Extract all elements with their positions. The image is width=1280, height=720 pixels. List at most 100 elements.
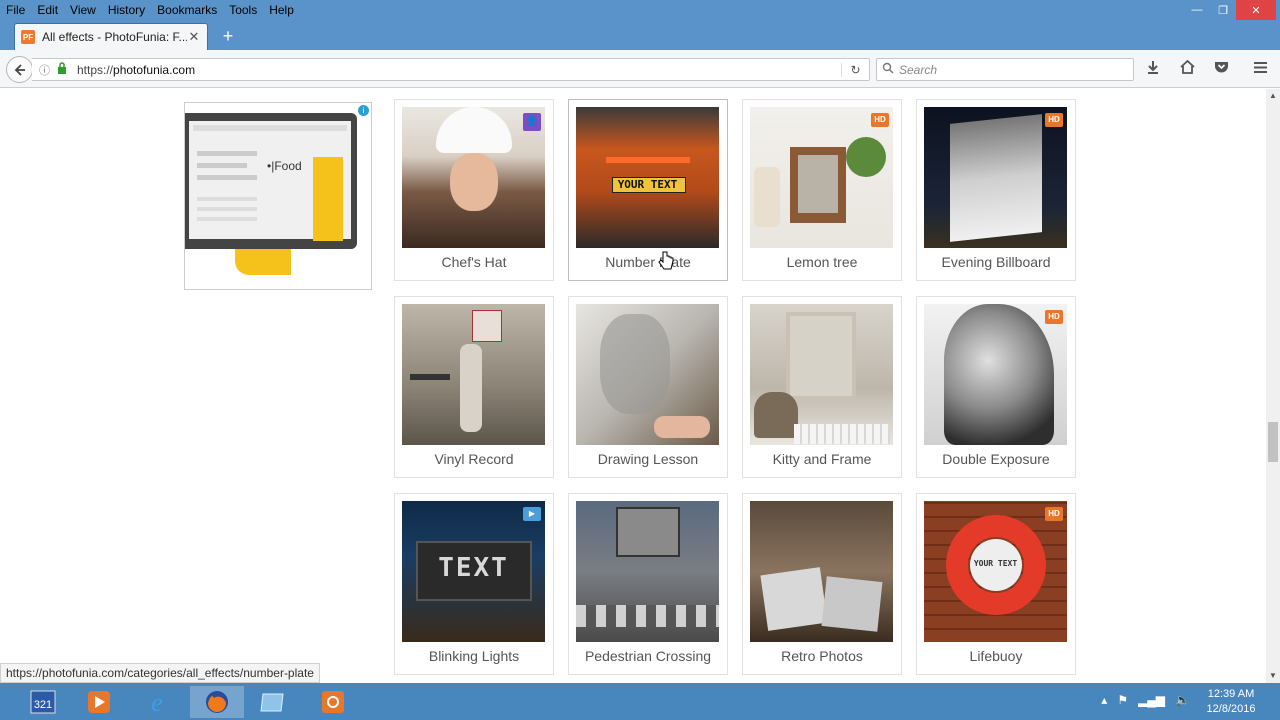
blinking-lights-thumbnail: TEXT ▶: [402, 501, 545, 642]
effect-card-chefs-hat[interactable]: 👤 Chef's Hat: [394, 99, 554, 281]
scroll-thumb[interactable]: [1268, 422, 1278, 462]
effect-card-evening-billboard[interactable]: HD Evening Billboard: [916, 99, 1076, 281]
ad-info-icon[interactable]: i: [358, 105, 369, 116]
effect-card-vinyl-record[interactable]: Vinyl Record: [394, 296, 554, 478]
ad-yellow-panel: [313, 157, 343, 241]
status-link-preview: https://photofunia.com/categories/all_ef…: [0, 663, 320, 683]
menu-tools[interactable]: Tools: [223, 0, 263, 20]
back-button[interactable]: [6, 56, 33, 83]
tab-photofunia[interactable]: PF All effects - PhotoFunia: F... ✕: [14, 23, 208, 50]
vertical-scrollbar[interactable]: ▲ ▼: [1266, 89, 1280, 683]
home-icon[interactable]: [1176, 59, 1198, 81]
svg-text:321: 321: [34, 699, 52, 711]
plate-text: YOUR TEXT: [617, 178, 678, 191]
network-flag-icon[interactable]: ⚑: [1117, 693, 1128, 707]
tab-title: All effects - PhotoFunia: F...: [42, 30, 187, 44]
reload-icon[interactable]: ↻: [841, 62, 869, 77]
menu-bookmarks[interactable]: Bookmarks: [151, 0, 223, 20]
effect-label: Lifebuoy: [969, 648, 1023, 664]
search-placeholder: Search: [899, 62, 938, 77]
url-scheme: https://: [77, 62, 114, 77]
lock-icon: [57, 62, 71, 77]
hd-badge: HD: [1045, 310, 1063, 324]
pedestrian-crossing-thumbnail: [576, 501, 719, 642]
effect-label: Number Plate: [605, 254, 691, 270]
info-icon[interactable]: ⓘ: [39, 62, 57, 78]
pocket-icon[interactable]: [1210, 59, 1232, 81]
file-explorer-icon[interactable]: [246, 686, 300, 718]
hd-badge: HD: [871, 113, 889, 127]
effect-card-double-exposure[interactable]: HD Double Exposure: [916, 296, 1076, 478]
effect-card-number-plate[interactable]: YOUR TEXT Number Plate: [568, 99, 728, 281]
kitty-and-frame-thumbnail: [750, 304, 893, 445]
effect-label: Drawing Lesson: [597, 451, 699, 467]
close-window-button[interactable]: ✕: [1236, 0, 1276, 20]
search-box[interactable]: Search: [876, 58, 1134, 81]
scroll-down-icon[interactable]: ▼: [1266, 669, 1280, 683]
download-icon[interactable]: [1142, 59, 1164, 81]
menu-edit[interactable]: Edit: [31, 0, 64, 20]
lemon-tree-thumbnail: HD: [750, 107, 893, 248]
back-arrow-icon: [14, 63, 25, 76]
system-tray: ▴ ⚑ ▂▄▆ 🔈: [1101, 693, 1190, 707]
chefs-hat-thumbnail: 👤: [402, 107, 545, 248]
effect-card-lifebuoy[interactable]: YOUR TEXT HD Lifebuoy: [916, 493, 1076, 675]
number-plate-thumbnail: YOUR TEXT: [576, 107, 719, 248]
menu-bar: File Edit View History Bookmarks Tools H…: [0, 0, 1280, 20]
screen-recorder-icon[interactable]: [306, 686, 360, 718]
effect-label: Pedestrian Crossing: [584, 648, 712, 664]
url-bar[interactable]: ⓘ https://photofunia.com ↻: [32, 58, 870, 81]
menu-help[interactable]: Help: [263, 0, 300, 20]
tab-strip: PF All effects - PhotoFunia: F... ✕ +: [0, 20, 1280, 50]
volume-icon[interactable]: 🔈: [1175, 693, 1190, 707]
evening-billboard-thumbnail: HD: [924, 107, 1067, 248]
user-badge-icon: 👤: [523, 113, 541, 131]
minimize-button[interactable]: —: [1184, 0, 1210, 20]
effect-card-kitty-and-frame[interactable]: Kitty and Frame: [742, 296, 902, 478]
effect-label: Lemon tree: [786, 254, 858, 270]
menu-file[interactable]: File: [0, 0, 31, 20]
effect-label: Double Exposure: [942, 451, 1050, 467]
ring-text: YOUR TEXT: [973, 559, 1018, 568]
ad-monitor-image: •|Food: [185, 113, 357, 249]
clock-date: 12/8/2016: [1206, 703, 1256, 715]
sign-text: TEXT: [438, 553, 509, 583]
taskbar: 321 e ▴ ⚑ ▂▄▆ 🔈 12:39 AM 12/8/2016: [0, 683, 1280, 720]
advertisement[interactable]: i •|Food: [184, 102, 372, 290]
media-player-classic-icon[interactable]: 321: [16, 686, 70, 718]
scroll-up-icon[interactable]: ▲: [1266, 89, 1280, 103]
effect-label: Chef's Hat: [441, 254, 507, 270]
search-icon: [877, 62, 899, 77]
hamburger-menu-icon[interactable]: [1249, 59, 1271, 81]
effect-card-retro-photos[interactable]: Retro Photos: [742, 493, 902, 675]
lifebuoy-thumbnail: YOUR TEXT HD: [924, 501, 1067, 642]
new-tab-button[interactable]: +: [218, 26, 238, 46]
hd-badge: HD: [1045, 113, 1063, 127]
tab-close-icon[interactable]: ✕: [187, 29, 201, 45]
show-hidden-icons-icon[interactable]: ▴: [1101, 693, 1107, 707]
firefox-icon[interactable]: [190, 686, 244, 718]
internet-explorer-icon[interactable]: e: [130, 686, 184, 718]
effect-label: Kitty and Frame: [772, 451, 872, 467]
svg-text:e: e: [151, 688, 163, 716]
effect-label: Blinking Lights: [428, 648, 520, 664]
ad-food-text: •|Food: [267, 159, 302, 173]
menu-history[interactable]: History: [102, 0, 151, 20]
effect-card-pedestrian-crossing[interactable]: Pedestrian Crossing: [568, 493, 728, 675]
windows-media-player-icon[interactable]: [72, 686, 126, 718]
effect-label: Evening Billboard: [941, 254, 1051, 270]
url-text[interactable]: https://photofunia.com: [77, 63, 841, 77]
hd-badge: HD: [1045, 507, 1063, 521]
signal-strength-icon[interactable]: ▂▄▆: [1138, 693, 1165, 707]
hand-cursor-icon: [658, 251, 674, 270]
menu-view[interactable]: View: [64, 0, 102, 20]
effect-card-blinking-lights[interactable]: TEXT ▶ Blinking Lights: [394, 493, 554, 675]
photofunia-favicon-icon: PF: [21, 30, 35, 44]
effect-label: Vinyl Record: [434, 451, 514, 467]
restore-button[interactable]: ❐: [1210, 0, 1236, 20]
effect-card-drawing-lesson[interactable]: Drawing Lesson: [568, 296, 728, 478]
retro-photos-thumbnail: [750, 501, 893, 642]
drawing-lesson-thumbnail: [576, 304, 719, 445]
clock[interactable]: 12:39 AM 12/8/2016: [1196, 687, 1266, 717]
effect-card-lemon-tree[interactable]: HD Lemon tree: [742, 99, 902, 281]
